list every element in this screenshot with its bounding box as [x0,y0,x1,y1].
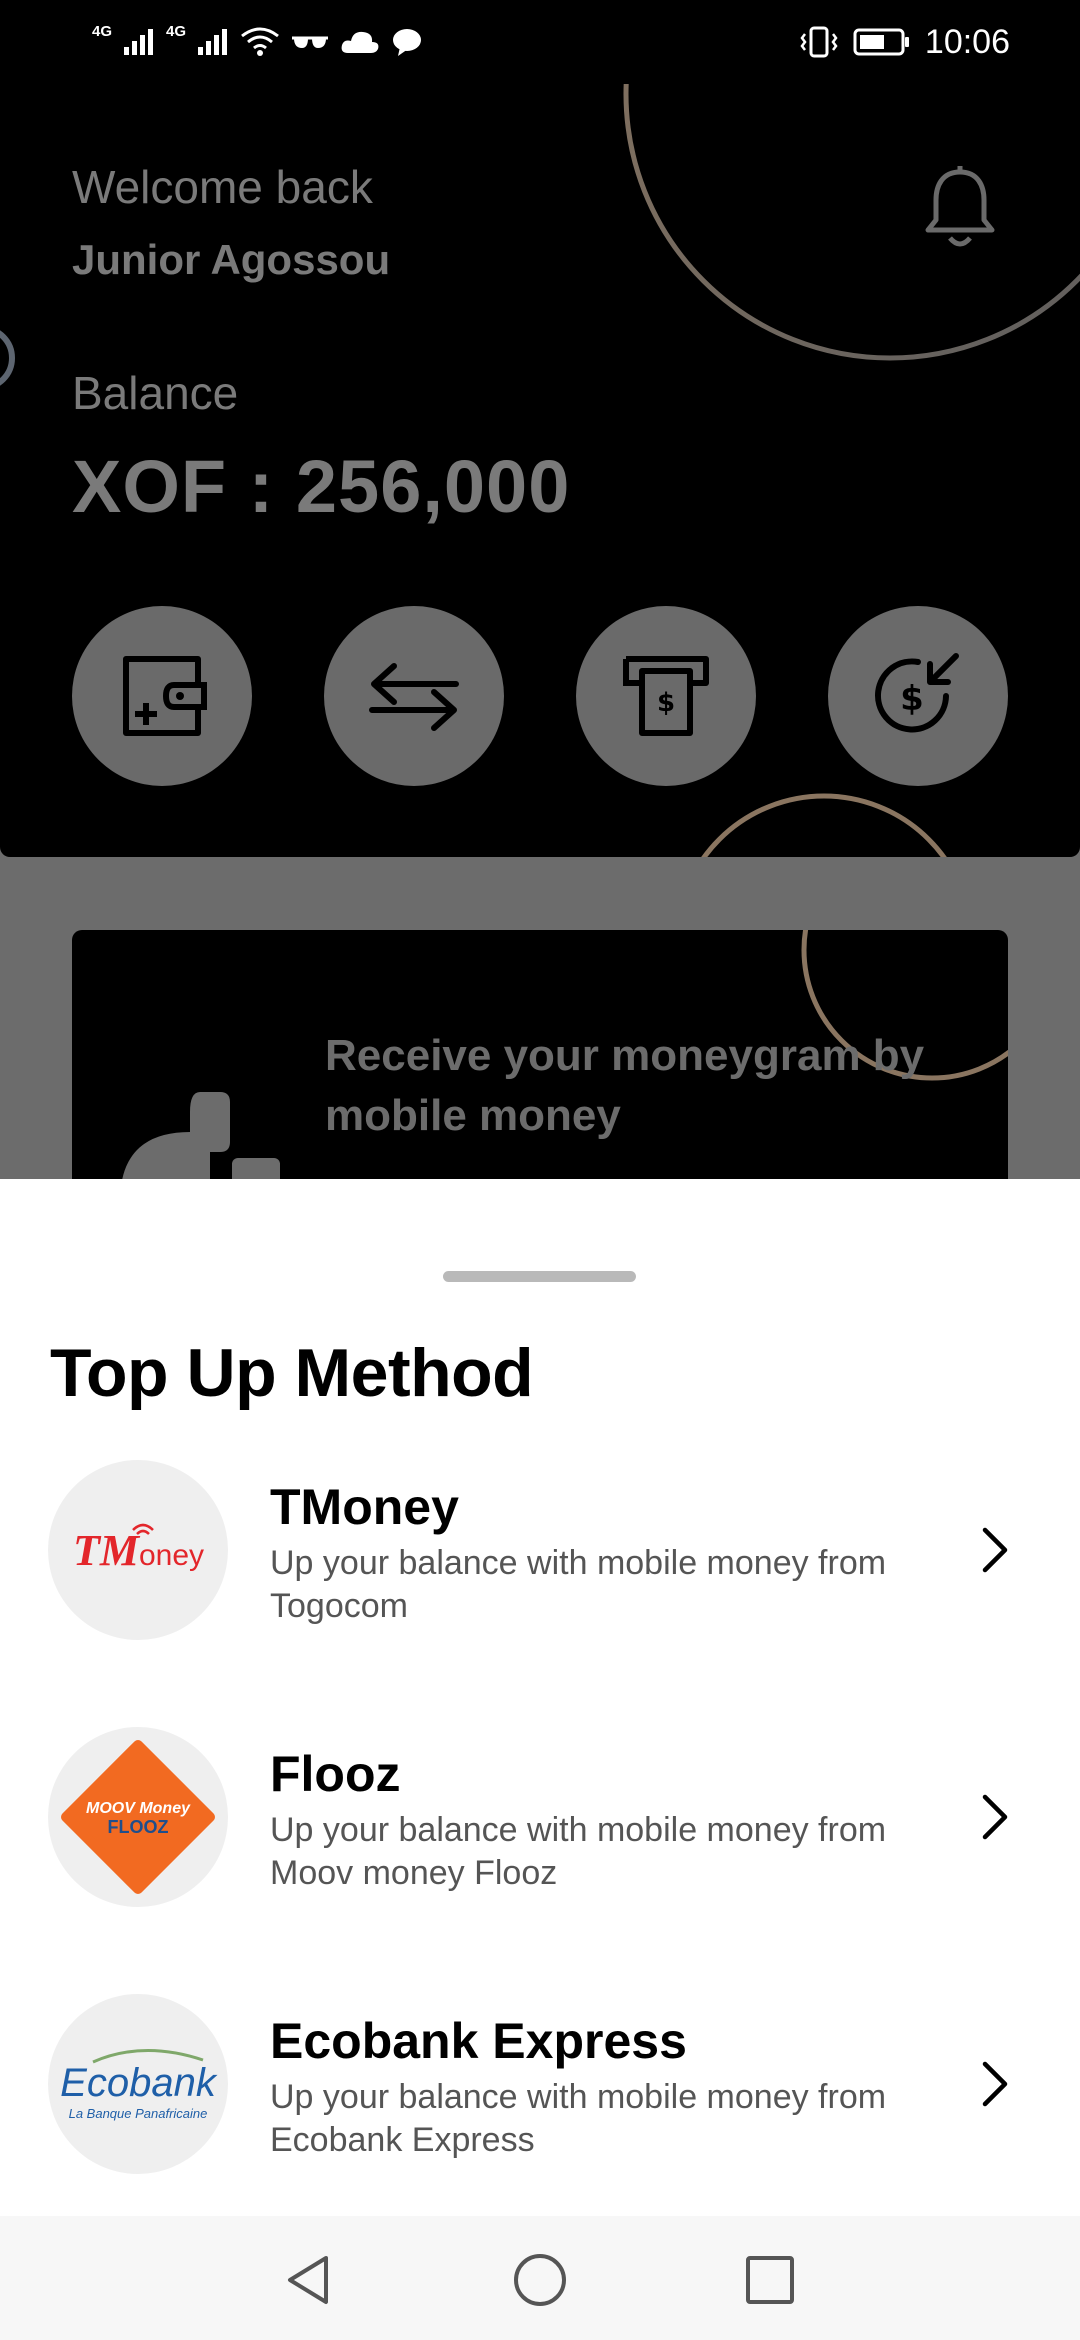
signal-icon [198,29,228,55]
chat-icon [393,29,422,56]
method-name: TMoney [270,1479,459,1535]
status-bar: 4G 4G 10:06 [0,0,1080,84]
method-description: Up your balance with mobile money from M… [270,1811,887,1892]
home-screen-dimmed: Welcome back Junior Agossou Balance XOF … [0,84,1080,1179]
top-up-button[interactable] [72,606,252,786]
status-clock: 10:06 [924,22,1010,61]
balance-value: XOF : 256,000 [72,445,571,528]
vibrate-icon [800,26,838,58]
system-nav-bar [0,2216,1080,2340]
balance-card: Welcome back Junior Agossou Balance XOF … [0,84,1080,857]
svg-text:oney: oney [139,1539,204,1572]
svg-text:Ecobank: Ecobank [60,2061,218,2105]
sheet-title: Top Up Method [50,1335,534,1411]
status-right-icons: 10:06 [799,20,1010,64]
glasses-icon [292,36,329,48]
method-item-flooz[interactable]: MOOV Money FLOOZ Flooz Up your balance w… [0,1727,1080,1957]
tmoney-logo: TM oney [48,1460,228,1640]
method-item-tmoney[interactable]: TM oney TMoney Up your balance with mobi… [0,1460,1080,1690]
chevron-right-icon [982,1794,1008,1840]
bell-icon[interactable] [920,164,1000,254]
svg-text:MOOV Money: MOOV Money [86,1800,191,1817]
flooz-logo: MOOV Money FLOOZ [48,1727,228,1907]
chevron-right-icon [982,2061,1008,2107]
method-description: Up your balance with mobile money from T… [270,1544,887,1625]
svg-text:$: $ [657,688,675,718]
top-up-method-sheet: Top Up Method TM oney TMoney Up your bal… [0,1179,1080,2216]
sheet-drag-handle[interactable] [443,1271,636,1282]
chevron-right-icon [982,1527,1008,1573]
tmoney-logo-icon: TM oney [73,1523,204,1575]
network-type-label: 4G [92,23,113,40]
battery-icon [853,28,909,56]
receive-button[interactable]: $ [828,606,1008,786]
recents-icon[interactable] [740,2250,800,2310]
ecobank-logo-icon: Ecobank La Banque Panafricaine [60,2048,218,2121]
svg-text:La Banque Panafricaine: La Banque Panafricaine [69,2106,208,2121]
promo-text: Receive your moneygram by mobile money [325,1031,925,1140]
wallet-add-icon [123,656,207,736]
transfer-button[interactable] [324,606,504,786]
flooz-logo-icon: MOOV Money FLOOZ [61,1740,215,1894]
quick-actions: $ $ [72,606,1008,786]
wifi-icon [241,27,279,56]
method-description: Up your balance with mobile money from E… [270,2078,887,2159]
decor-ring-large [623,84,1080,361]
ecobank-logo: Ecobank La Banque Panafricaine [48,1994,228,2174]
cloud-icon [341,31,379,53]
user-name: Junior Agossou [72,236,391,283]
svg-text:$: $ [900,679,924,719]
moneygram-logo-icon [122,1092,280,1179]
welcome-text: Welcome back [72,161,373,213]
transfer-icon [369,663,459,731]
method-name: Ecobank Express [270,2013,687,2069]
receive-money-icon: $ [875,653,959,733]
signal-icon [124,29,154,55]
withdraw-button[interactable]: $ [576,606,756,786]
status-left-icons: 4G 4G [92,20,424,64]
network-type-label: 4G [166,23,187,40]
svg-text:TM: TM [73,1526,141,1575]
svg-text:FLOOZ: FLOOZ [108,1817,169,1837]
decor-ring-small [0,330,15,386]
balance-label: Balance [72,367,239,419]
decor-ring-bottom [701,793,947,857]
atm-withdraw-icon: $ [623,656,709,736]
back-icon[interactable] [280,2250,340,2310]
method-item-ecobank[interactable]: Ecobank La Banque Panafricaine Ecobank E… [0,1994,1080,2224]
home-icon[interactable] [510,2250,570,2310]
method-name: Flooz [270,1746,401,1802]
promo-banner[interactable]: Receive your moneygram by mobile money [72,930,1008,1179]
